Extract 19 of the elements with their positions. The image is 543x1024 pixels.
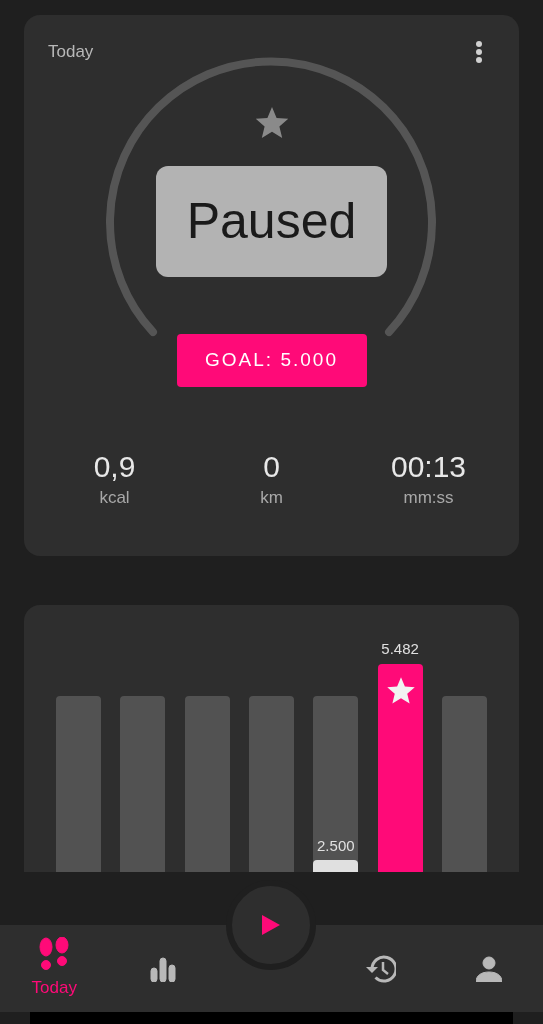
nav-tab[interactable]: Today: [27, 925, 81, 1012]
bar-chart-icon: [149, 955, 176, 982]
history-icon: [364, 953, 397, 984]
bar-value: 2.500: [317, 836, 355, 857]
stat-value: 0: [263, 448, 280, 485]
stat-unit: km: [260, 486, 283, 509]
person-icon: [475, 955, 502, 982]
play-icon: [262, 915, 280, 935]
star-icon: [385, 677, 416, 706]
paused-overlay: Paused: [156, 165, 387, 277]
more-options-icon[interactable]: [475, 39, 483, 64]
card-title: Today: [48, 41, 94, 63]
footprints-icon: [38, 936, 71, 973]
stat-unit: kcal: [99, 486, 130, 509]
stat-unit: mm:ss: [403, 486, 454, 509]
goal-button[interactable]: GOAL: 5.000: [176, 333, 367, 387]
stat-value: 0,9: [93, 448, 136, 485]
stat-value: 00:13: [390, 448, 467, 485]
bar-value: 5.482: [381, 638, 419, 659]
